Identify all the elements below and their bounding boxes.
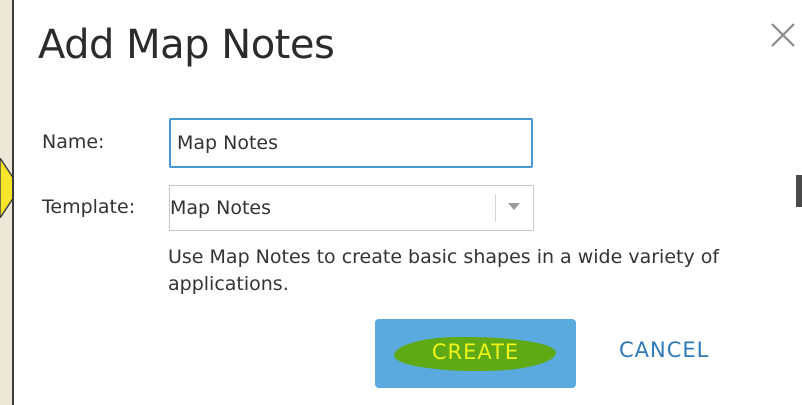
close-icon[interactable] bbox=[768, 20, 798, 50]
chevron-down-icon[interactable] bbox=[508, 203, 520, 210]
template-label: Template: bbox=[42, 196, 136, 218]
panel-edge-handle bbox=[796, 175, 802, 207]
template-description: Use Map Notes to create basic shapes in … bbox=[168, 246, 720, 295]
name-label: Name: bbox=[42, 131, 105, 153]
dialog-title: Add Map Notes bbox=[38, 22, 335, 68]
add-map-notes-dialog: Add Map Notes Name: Template: Map Notes … bbox=[12, 0, 802, 405]
cancel-button[interactable]: CANCEL bbox=[619, 338, 709, 362]
select-divider bbox=[495, 194, 496, 222]
create-button[interactable]: CREATE bbox=[375, 319, 576, 388]
create-button-label: CREATE bbox=[431, 340, 520, 364]
template-select[interactable]: Map Notes bbox=[169, 185, 534, 231]
template-select-value: Map Notes bbox=[170, 197, 272, 219]
name-input[interactable] bbox=[169, 118, 533, 168]
